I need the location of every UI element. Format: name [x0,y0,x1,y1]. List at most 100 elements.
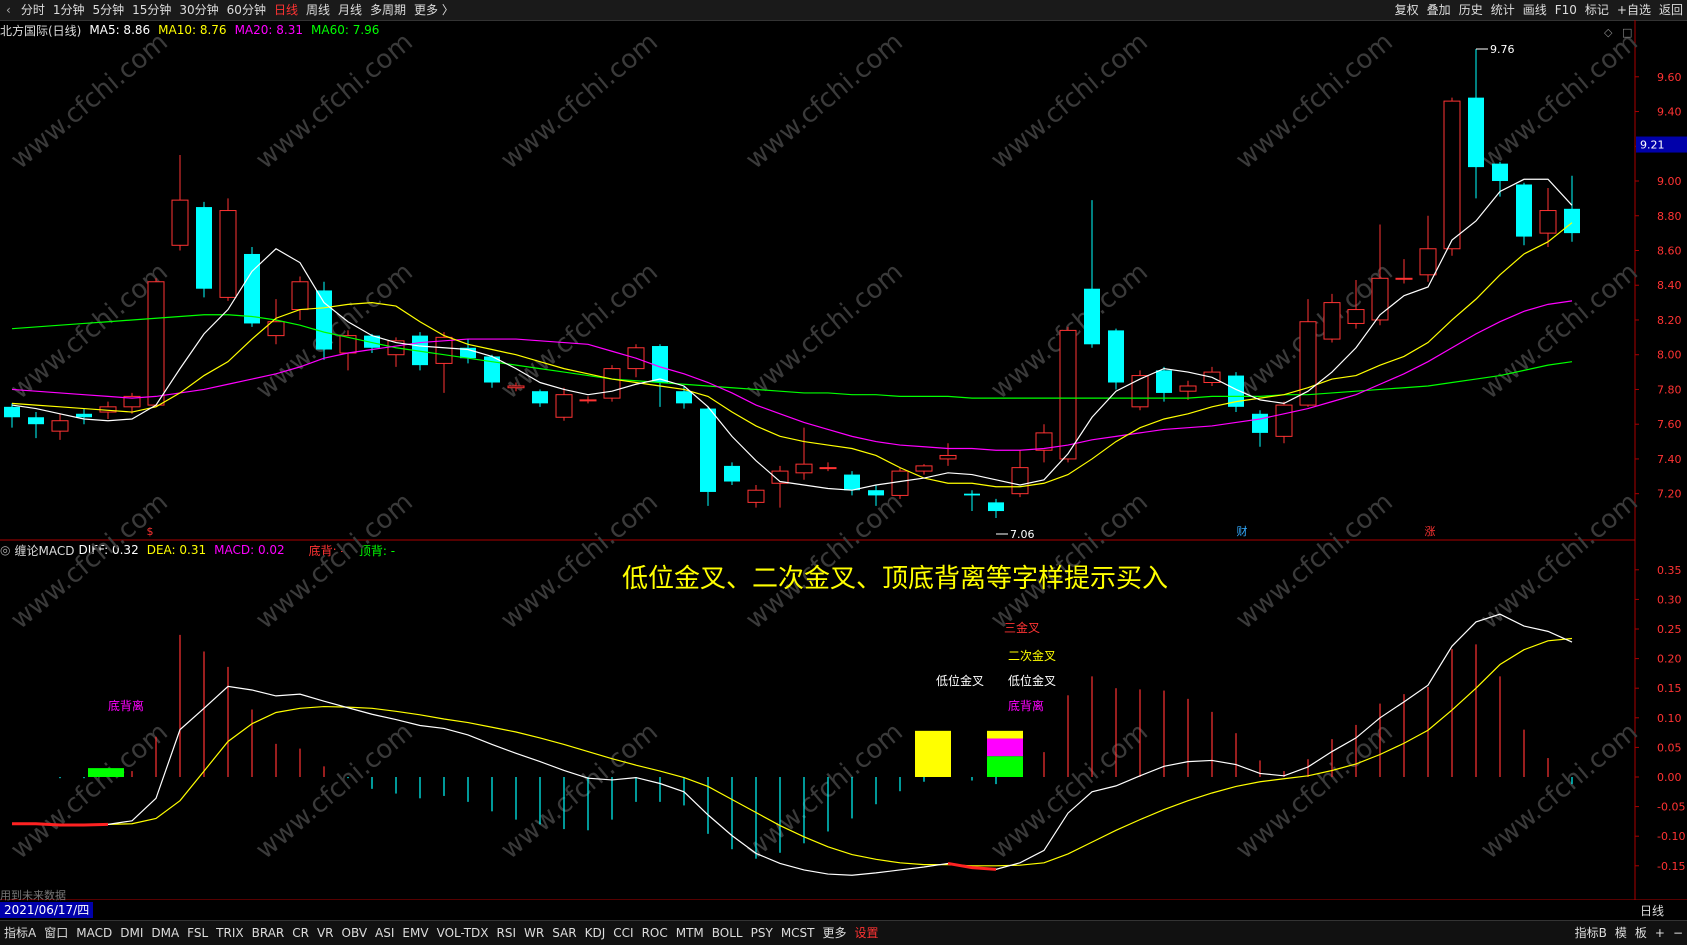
macd-axis-label: 0.15 [1657,682,1682,695]
indicator-tab-11[interactable]: ASI [371,921,398,945]
price-axis-label: 9.40 [1657,106,1682,119]
period-tab-2[interactable]: 5分钟 [88,0,128,20]
toolbar-action-0[interactable]: 复权 [1391,0,1423,20]
candle-body [1252,413,1268,433]
indicator-tab-14[interactable]: RSI [493,921,521,945]
indicator-tab-3[interactable]: DMI [116,921,147,945]
macd-axis-label: -0.05 [1657,801,1685,814]
candle-body [868,490,884,496]
signal-block-green [88,768,124,777]
watermark: www.cfchi.com [250,27,419,175]
indicator-tab-9[interactable]: VR [313,921,338,945]
period-tabs: 分时 1分钟 5分钟 15分钟 30分钟 60分钟 日线 周线 月线 多周期 更多 〉 [17,0,458,20]
period-tab-6[interactable]: 日线 [270,0,302,20]
cursor-date: 2021/06/17/四 [0,902,94,918]
candle-body [1011,467,1029,495]
future-data-hint: 用到未来数据 [0,889,66,902]
indicator-tab-25[interactable]: 设置 [851,921,883,945]
indicator-right-1[interactable]: 模 [1611,921,1631,945]
indicator-tab-17[interactable]: KDJ [581,921,610,945]
high-price-label: 9.76 [1490,43,1515,56]
period-tab-0[interactable]: 分时 [17,0,49,20]
period-tab-1[interactable]: 1分钟 [49,0,89,20]
indicator-tab-1[interactable]: 窗口 [40,921,72,945]
price-axis-label: 8.80 [1657,210,1682,223]
label-sanjincha: 三金叉 [1004,620,1040,635]
candle-body [1564,208,1580,234]
indicator-tab-13[interactable]: VOL-TDX [433,921,493,945]
period-toolbar: ‹ 分时 1分钟 5分钟 15分钟 30分钟 60分钟 日线 周线 月线 多周期 更多 〉 复权 叠加… [0,0,1687,21]
toolbar-action-6[interactable]: 标记 [1581,0,1613,20]
indicator-tab-19[interactable]: ROC [638,921,672,945]
candle-body [219,210,237,298]
kline-chart[interactable]: www.cfchi.com www.cfchi.com www.cfchi.com w… [0,20,1687,900]
toolbar-action-5[interactable]: F10 [1551,0,1581,20]
toolbar-action-2[interactable]: 历史 [1455,0,1487,20]
signal-block-magenta [987,738,1023,757]
indicator-right-2[interactable]: 板 [1631,921,1651,945]
indicator-right: 指标B 模板 + − [1571,921,1687,945]
candle-body [171,199,189,246]
macd-axis-label: 0.05 [1657,741,1682,754]
indicator-tab-5[interactable]: FSL [183,921,212,945]
indicator-tab-6[interactable]: TRIX [212,921,247,945]
indicator-tab-24[interactable]: 更多 [819,921,851,945]
indicator-tab-20[interactable]: MTM [672,921,708,945]
candle-body [316,290,332,350]
macd-axis-label: 0.30 [1657,593,1682,606]
macd-axis-label: 0.20 [1657,653,1682,666]
candle-body [1323,302,1341,340]
candle-body [1516,184,1532,237]
indicator-tab-0[interactable]: 指标A [0,921,40,945]
signal-block-yellow [987,730,1023,739]
toolbar-action-3[interactable]: 统计 [1487,0,1519,20]
indicator-tab-8[interactable]: CR [288,921,313,945]
low-price-label: 7.06 [1010,528,1035,541]
indicator-right-3[interactable]: + [1651,921,1669,945]
period-tab-3[interactable]: 15分钟 [128,0,175,20]
period-tab-8[interactable]: 月线 [334,0,366,20]
watermark: www.cfchi.com [495,717,664,865]
indicator-tab-15[interactable]: WR [520,921,548,945]
macd-axis-label: 0.00 [1657,771,1682,784]
watermark: www.cfchi.com [250,487,419,635]
price-axis-label: 7.60 [1657,418,1682,431]
price-axis-label: 9.60 [1657,71,1682,84]
indicator-tab-10[interactable]: OBV [338,921,372,945]
toolbar-action-8[interactable]: 返回 [1655,0,1687,20]
indicator-tab-16[interactable]: SAR [548,921,580,945]
indicator-tab-18[interactable]: CCI [609,921,637,945]
candle-body [700,408,716,492]
indicator-tab-22[interactable]: PSY [747,921,777,945]
candle-body [747,489,765,503]
toolbar-action-7[interactable]: +自选 [1613,0,1655,20]
period-tab-7[interactable]: 周线 [302,0,334,20]
candle-body [915,465,933,472]
indicator-tab-7[interactable]: BRAR [248,921,289,945]
indicator-tab-2[interactable]: MACD [72,921,116,945]
period-tab-9[interactable]: 多周期 [366,0,410,20]
candle-body [1299,321,1317,406]
candle-body [1156,370,1172,393]
indicator-tab-23[interactable]: MCST [777,921,819,945]
period-tab-4[interactable]: 30分钟 [175,0,222,20]
indicator-right-4[interactable]: − [1669,921,1687,945]
candle-body [1179,385,1197,392]
period-tab-5[interactable]: 60分钟 [223,0,270,20]
candle-body [532,391,548,404]
indicator-right-0[interactable]: 指标B [1571,921,1611,945]
candle-body [1059,329,1077,460]
macd-axis-label: 0.35 [1657,564,1682,577]
period-tab-10[interactable]: 更多 〉 [410,0,458,20]
chevron-left-icon[interactable]: ‹ [0,3,17,17]
indicator-tab-4[interactable]: DMA [147,921,183,945]
toolbar-action-4[interactable]: 画线 [1519,0,1551,20]
indicator-tab-21[interactable]: BOLL [708,921,747,945]
candle-body [891,470,909,496]
candle-body [4,406,20,418]
square-icon: □ [1622,26,1632,39]
marker-cai: 财 [1237,524,1248,538]
toolbar-action-1[interactable]: 叠加 [1423,0,1455,20]
indicator-tab-12[interactable]: EMV [398,921,432,945]
marker-zhang: 涨 [1425,525,1436,538]
